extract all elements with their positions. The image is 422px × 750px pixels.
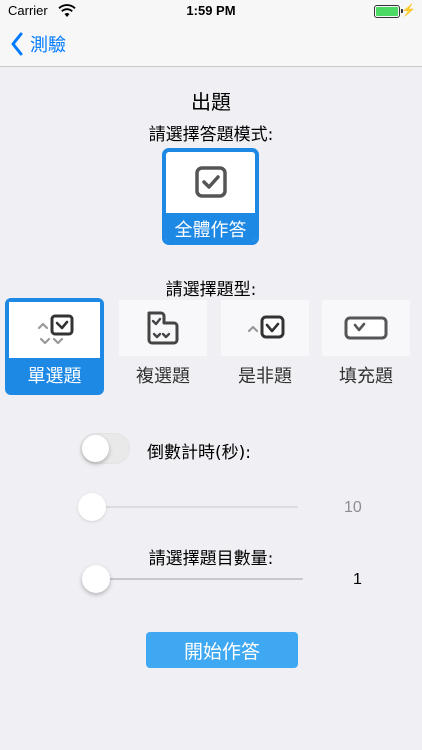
page-title: 出題 bbox=[191, 90, 231, 114]
mode-option-all-answer[interactable]: 全體作答 bbox=[162, 148, 259, 245]
multiple-choice-icon bbox=[147, 311, 179, 345]
mode-option-label: 全體作答 bbox=[166, 213, 255, 241]
type-icon-area bbox=[322, 300, 410, 356]
mode-icon-area bbox=[166, 152, 255, 212]
slider-track bbox=[82, 578, 303, 580]
type-option-single-choice[interactable]: 單選題 bbox=[5, 298, 104, 395]
chevron-left-icon bbox=[11, 32, 23, 56]
clock: 1:59 PM bbox=[186, 3, 236, 18]
slider-thumb[interactable] bbox=[82, 565, 110, 593]
timer-toggle[interactable] bbox=[80, 433, 130, 464]
status-bar: Carrier 1:59 PM ⚡ bbox=[0, 0, 422, 22]
slider-track bbox=[78, 506, 298, 508]
navigation-bar: 測驗 bbox=[0, 22, 422, 67]
start-answering-button[interactable]: 開始作答 bbox=[146, 632, 298, 668]
question-count-slider[interactable] bbox=[82, 564, 303, 594]
type-option-true-false[interactable]: 是非題 bbox=[221, 300, 309, 392]
fill-in-icon bbox=[344, 316, 388, 340]
type-label: 單選題 bbox=[9, 358, 100, 391]
timer-value: 10 bbox=[344, 499, 362, 516]
slider-thumb[interactable] bbox=[78, 493, 106, 521]
type-icon-area bbox=[9, 302, 100, 357]
back-button[interactable]: 測驗 bbox=[10, 30, 66, 58]
timer-label: 倒數計時(秒): bbox=[147, 443, 251, 463]
back-label: 測驗 bbox=[30, 35, 66, 56]
type-label: 填充題 bbox=[339, 366, 393, 387]
toggle-knob bbox=[82, 435, 109, 462]
question-count-value: 1 bbox=[353, 571, 362, 588]
type-label: 是非題 bbox=[238, 366, 292, 387]
type-option-multiple-choice[interactable]: 複選題 bbox=[119, 300, 207, 392]
type-icon-area bbox=[221, 300, 309, 356]
single-choice-icon bbox=[37, 314, 73, 344]
battery-icon bbox=[374, 5, 400, 18]
timer-slider[interactable] bbox=[78, 492, 298, 522]
true-false-icon bbox=[247, 315, 285, 339]
type-option-fill-in[interactable]: 填充題 bbox=[322, 300, 410, 392]
charging-icon: ⚡ bbox=[401, 3, 416, 17]
checkbox-checked-icon bbox=[194, 166, 227, 198]
type-label: 複選題 bbox=[136, 366, 190, 387]
type-prompt: 請選擇題型: bbox=[165, 280, 257, 300]
type-icon-area bbox=[119, 300, 207, 356]
mode-prompt: 請選擇答題模式: bbox=[148, 125, 274, 145]
